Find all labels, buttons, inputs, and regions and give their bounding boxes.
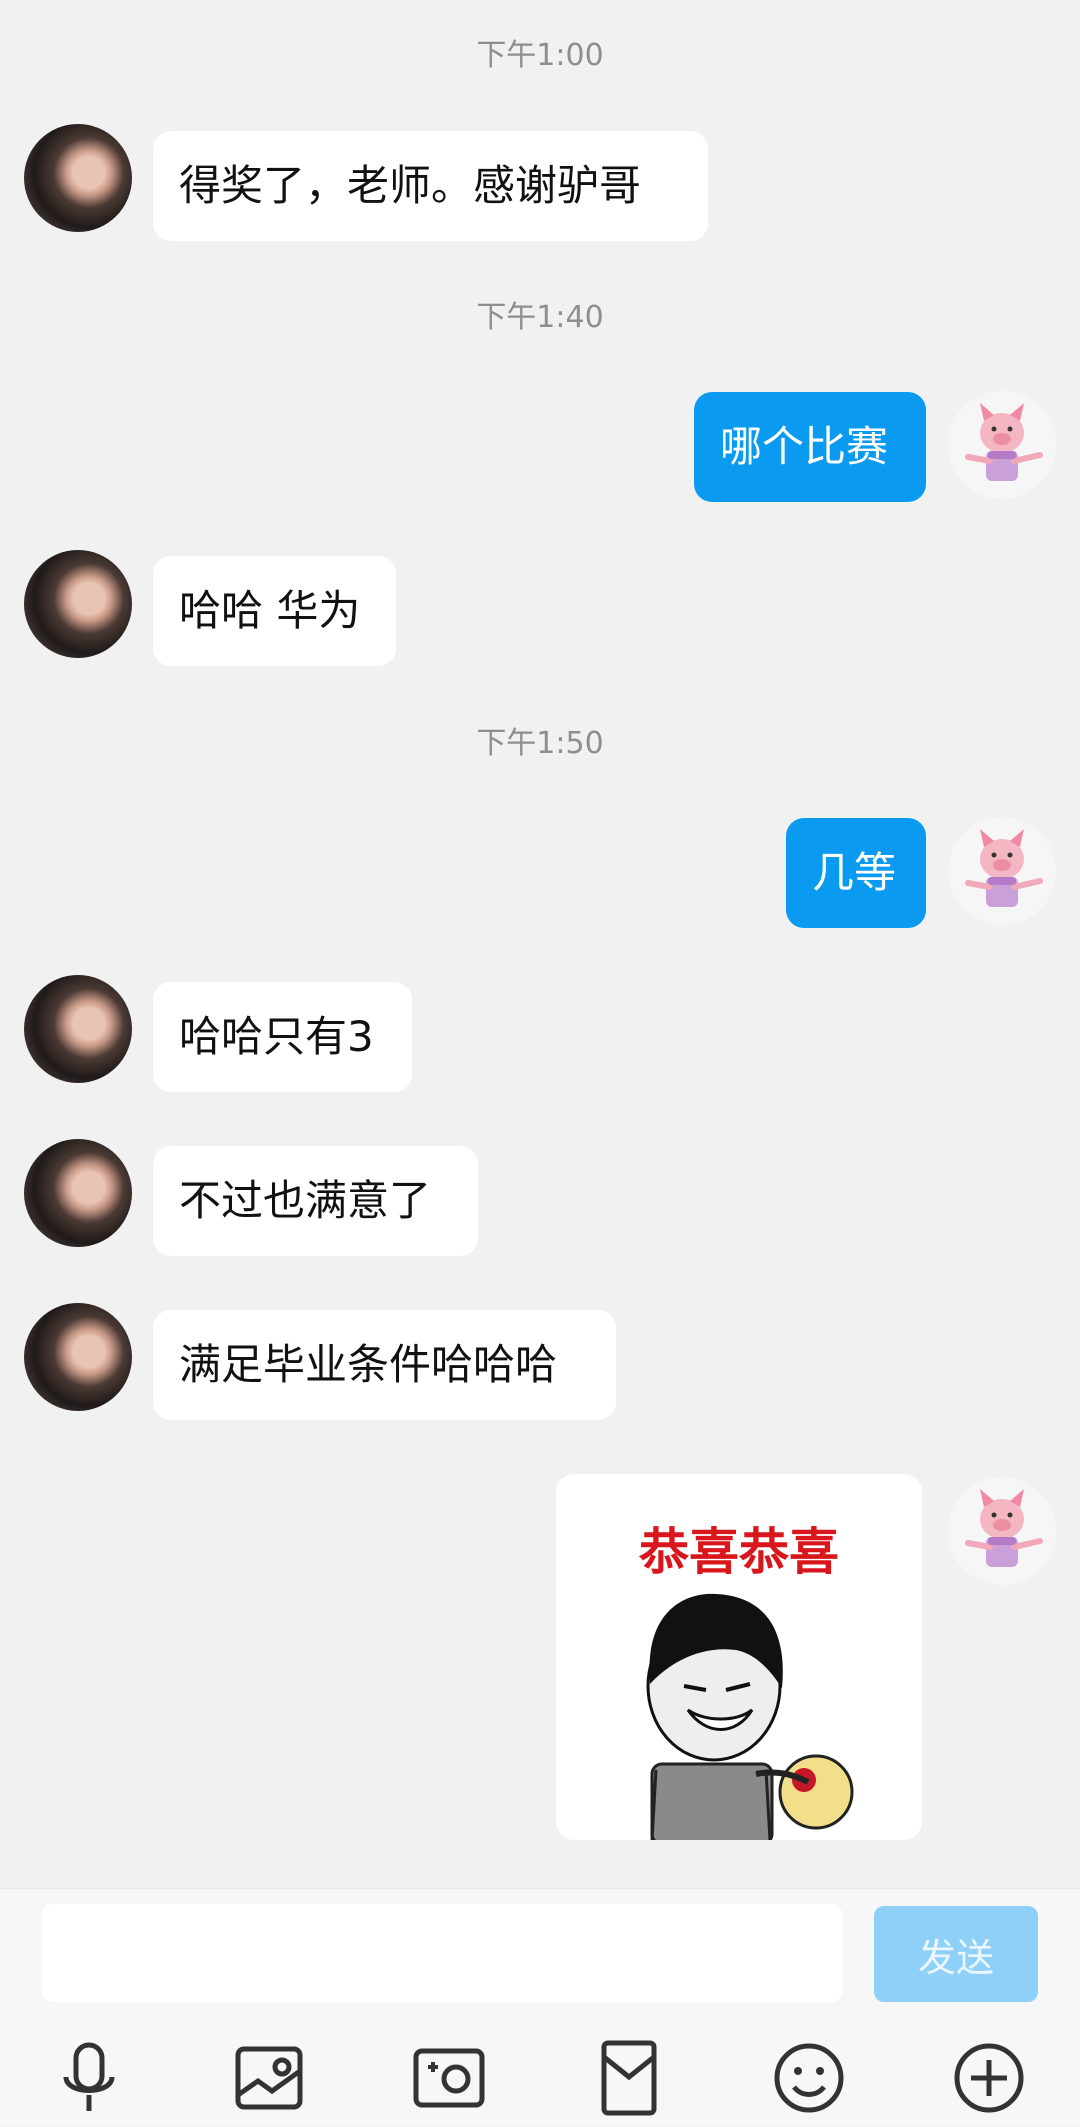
message-composer: 发送 bbox=[0, 1888, 1080, 2126]
outgoing-message[interactable]: 几等 bbox=[786, 818, 926, 928]
contact-avatar[interactable] bbox=[24, 1303, 132, 1411]
camera-button[interactable] bbox=[404, 2033, 494, 2123]
incoming-message[interactable]: 满足毕业条件哈哈哈 bbox=[153, 1310, 616, 1420]
chat-history[interactable]: 下午1:00 得奖了，老师。感谢驴哥 下午1:40 哪个比赛 哈哈 华为 下午1… bbox=[0, 0, 1080, 1888]
piglet-avatar-icon bbox=[965, 829, 1043, 907]
sticker-message[interactable]: 恭喜恭喜 bbox=[556, 1474, 922, 1840]
microphone-icon bbox=[63, 2042, 115, 2111]
timestamp: 下午1:40 bbox=[476, 300, 604, 335]
camera-icon bbox=[413, 2048, 485, 2108]
message-input[interactable] bbox=[42, 1904, 842, 2002]
emoji-icon bbox=[774, 2043, 844, 2113]
incoming-message[interactable]: 不过也满意了 bbox=[153, 1146, 478, 1256]
voice-button[interactable] bbox=[44, 2033, 134, 2123]
piglet-avatar-icon bbox=[965, 1489, 1043, 1567]
outgoing-message[interactable]: 哪个比赛 bbox=[694, 392, 926, 502]
send-button[interactable]: 发送 bbox=[874, 1906, 1038, 2002]
image-icon bbox=[235, 2046, 303, 2110]
my-avatar[interactable] bbox=[948, 391, 1056, 499]
contact-avatar[interactable] bbox=[24, 550, 132, 658]
meme-face-icon bbox=[646, 1593, 854, 1840]
emoji-button[interactable] bbox=[764, 2033, 854, 2123]
red-packet-icon bbox=[601, 2040, 657, 2116]
timestamp: 下午1:50 bbox=[476, 726, 604, 761]
contact-avatar[interactable] bbox=[24, 124, 132, 232]
contact-avatar[interactable] bbox=[24, 975, 132, 1083]
incoming-message[interactable]: 哈哈 华为 bbox=[153, 556, 396, 666]
contact-avatar[interactable] bbox=[24, 1139, 132, 1247]
piglet-avatar-icon bbox=[965, 403, 1043, 481]
my-avatar[interactable] bbox=[948, 1477, 1056, 1585]
timestamp: 下午1:00 bbox=[476, 38, 604, 73]
image-button[interactable] bbox=[224, 2033, 314, 2123]
red-packet-button[interactable] bbox=[584, 2033, 674, 2123]
plus-icon bbox=[954, 2043, 1024, 2113]
my-avatar[interactable] bbox=[948, 817, 1056, 925]
more-button[interactable] bbox=[944, 2033, 1034, 2123]
incoming-message[interactable]: 哈哈只有3 bbox=[153, 982, 412, 1092]
incoming-message[interactable]: 得奖了，老师。感谢驴哥 bbox=[153, 131, 708, 241]
